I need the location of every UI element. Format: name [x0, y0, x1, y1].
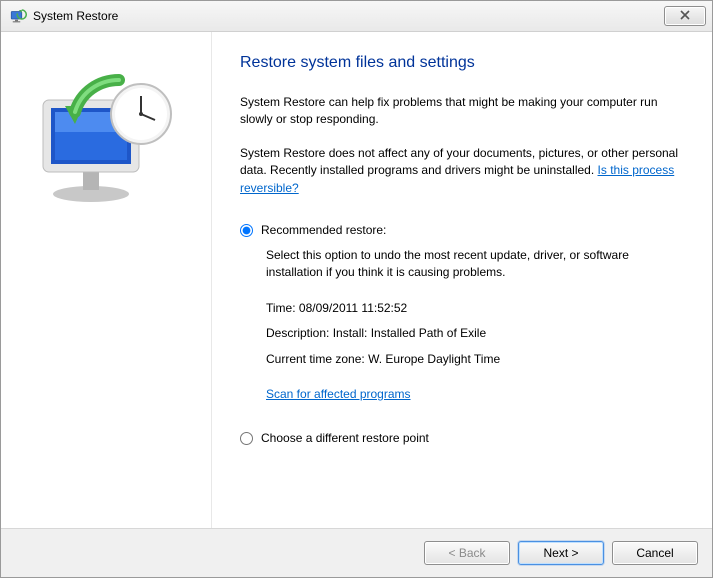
- restore-time-row: Time: 08/09/2011 11:52:52: [266, 300, 684, 317]
- intro-paragraph-1: System Restore can help fix problems tha…: [240, 94, 684, 129]
- restore-description-row: Description: Install: Installed Path of …: [266, 325, 684, 342]
- intro-paragraph-2: System Restore does not affect any of yo…: [240, 145, 684, 197]
- restore-timezone-label: Current time zone:: [266, 352, 365, 366]
- dialog-body: Restore system files and settings System…: [1, 32, 712, 577]
- page-heading: Restore system files and settings: [240, 54, 684, 72]
- system-restore-window: System Restore: [0, 0, 713, 578]
- content-area: Restore system files and settings System…: [1, 32, 712, 528]
- restore-illustration-icon: [21, 62, 191, 215]
- restore-time-label: Time:: [266, 301, 296, 315]
- titlebar: System Restore: [1, 1, 712, 32]
- main-panel: Restore system files and settings System…: [211, 32, 712, 528]
- sidebar: [1, 32, 211, 528]
- system-restore-icon: [9, 7, 27, 25]
- options-group: Recommended restore: Select this option …: [240, 223, 684, 445]
- restore-timezone-row: Current time zone: W. Europe Daylight Ti…: [266, 351, 684, 368]
- option-different-radio[interactable]: [240, 432, 253, 445]
- scan-affected-programs-link[interactable]: Scan for affected programs: [266, 387, 411, 401]
- option-recommended-details: Select this option to undo the most rece…: [266, 247, 684, 403]
- option-different-label: Choose a different restore point: [261, 431, 429, 445]
- option-recommended-radio[interactable]: [240, 224, 253, 237]
- restore-timezone-value: W. Europe Daylight Time: [368, 352, 500, 366]
- footer: < Back Next > Cancel: [1, 528, 712, 577]
- option-different[interactable]: Choose a different restore point: [240, 431, 684, 445]
- back-button[interactable]: < Back: [424, 541, 510, 565]
- restore-description-label: Description:: [266, 326, 329, 340]
- close-icon: [680, 9, 690, 23]
- cancel-button[interactable]: Cancel: [612, 541, 698, 565]
- restore-description-value: Install: Installed Path of Exile: [333, 326, 486, 340]
- restore-time-value: 08/09/2011 11:52:52: [299, 301, 407, 315]
- option-recommended[interactable]: Recommended restore:: [240, 223, 684, 237]
- window-title: System Restore: [33, 9, 664, 23]
- option-recommended-description: Select this option to undo the most rece…: [266, 247, 684, 282]
- next-button[interactable]: Next >: [518, 541, 604, 565]
- option-recommended-label: Recommended restore:: [261, 223, 386, 237]
- close-button[interactable]: [664, 6, 706, 26]
